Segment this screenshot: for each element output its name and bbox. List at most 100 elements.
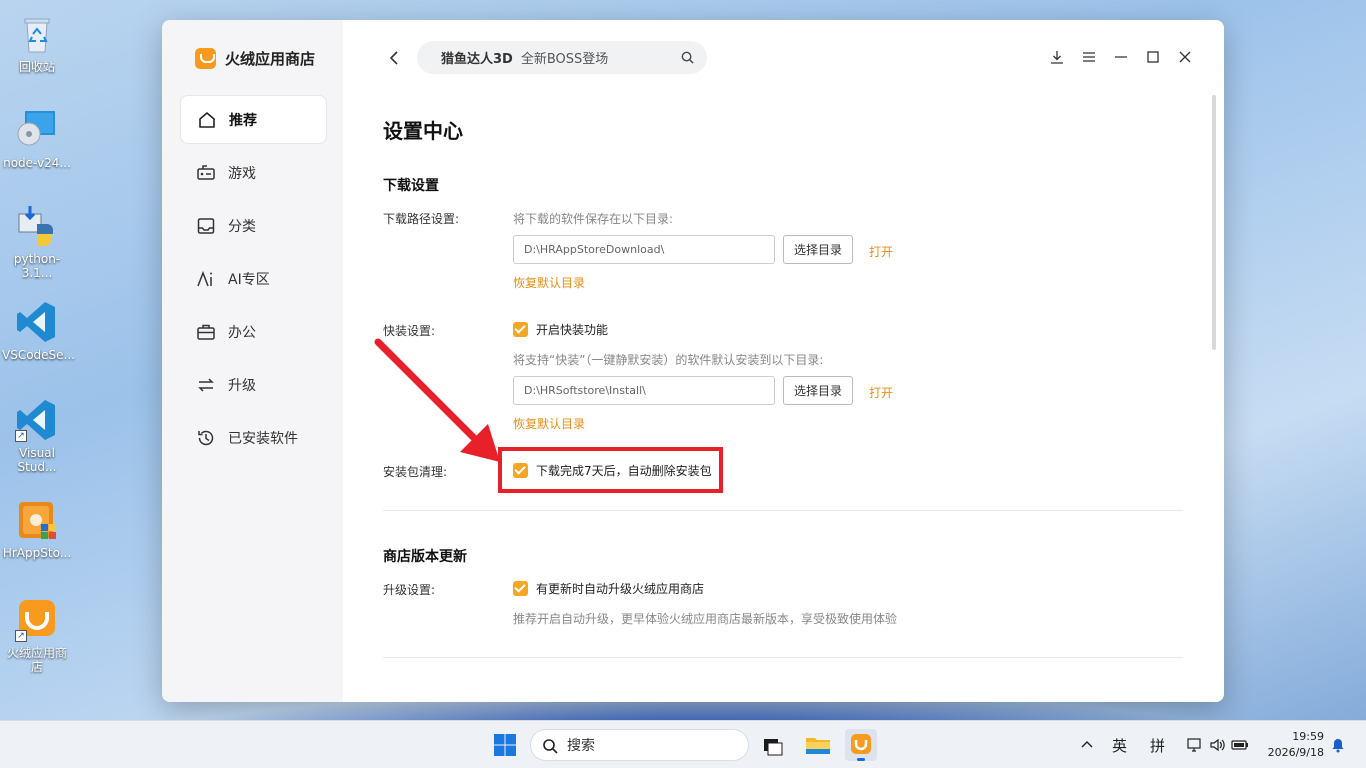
sidebar-item-ai[interactable]: AI专区 [180, 254, 327, 303]
download-icon [1051, 51, 1063, 64]
vscode-icon [15, 300, 59, 344]
chevron-up-icon [1081, 741, 1093, 748]
taskbar-clock[interactable]: 19:59 2026/9/18 [1268, 729, 1324, 761]
quick-install-option[interactable]: 开启快装功能 [513, 321, 608, 338]
taskbar-search-label: 搜索 [567, 738, 595, 754]
desktop-icon-label: node-v24... [3, 156, 71, 170]
download-path-hint: 将下载的软件保存在以下目录: [513, 212, 674, 226]
app-window: 火绒应用商店 推荐 游戏 分类 AI专区 办公 升级 已安装软件 猎鱼达人3D … [162, 20, 1224, 702]
clock-time: 19:59 [1292, 730, 1324, 743]
desktop-icon-python[interactable]: python-3.1... [0, 204, 74, 280]
chevron-left-icon [389, 51, 398, 65]
search-icon[interactable] [680, 50, 695, 65]
open-download-dir-link[interactable]: 打开 [869, 243, 893, 260]
sidebar-item-label: 推荐 [229, 112, 257, 129]
open-install-dir-link[interactable]: 打开 [869, 384, 893, 401]
upgrade-icon [198, 377, 214, 392]
ime-language-indicator[interactable]: 英 [1112, 721, 1127, 768]
download-path-field[interactable] [513, 235, 775, 264]
auto-upgrade-checkbox[interactable] [513, 581, 528, 596]
quick-install-hint: 将支持“快装”（一键静默安装）的软件默认安装到以下目录: [513, 353, 824, 367]
restore-download-dir-link[interactable]: 恢复默认目录 [513, 274, 585, 291]
ime-mode-indicator[interactable]: 拼 [1150, 721, 1165, 768]
sidebar-item-label: AI专区 [228, 271, 270, 288]
maximize-button[interactable] [1144, 48, 1162, 66]
taskbar-search[interactable]: 搜索 [530, 729, 749, 761]
system-status-icons[interactable] [1187, 721, 1249, 768]
sidebar-item-games[interactable]: 游戏 [180, 148, 327, 197]
desktop-icon-label: VSCodeSe... [2, 348, 75, 362]
upgrade-settings-label: 升级设置: [383, 583, 436, 597]
close-icon [1179, 51, 1191, 63]
quick-install-checkbox[interactable] [513, 322, 528, 337]
restore-install-dir-link[interactable]: 恢复默认目录 [513, 415, 585, 432]
taskbar-file-explorer[interactable] [802, 729, 834, 761]
page-title: 设置中心 [383, 119, 463, 143]
choose-download-dir-button[interactable]: 选择目录 [783, 235, 853, 264]
notification-button[interactable] [1330, 721, 1346, 768]
download-manager-button[interactable] [1048, 48, 1066, 66]
taskbar-huorong-store[interactable] [845, 729, 877, 761]
menu-button[interactable] [1080, 48, 1098, 66]
desktop-icon-label: 回收站 [18, 60, 55, 74]
desktop-icon-hrappstore-installer[interactable]: HrAppSto... [0, 498, 74, 560]
sidebar-item-recommend[interactable]: 推荐 [180, 95, 327, 144]
sidebar-item-label: 升级 [228, 377, 256, 394]
choose-install-dir-button[interactable]: 选择目录 [783, 376, 853, 405]
window-controls [1048, 48, 1194, 66]
sidebar: 火绒应用商店 推荐 游戏 分类 AI专区 办公 升级 已安装软件 [162, 20, 343, 702]
sidebar-item-label: 游戏 [228, 165, 256, 182]
desktop-icon-visual-studio-code[interactable]: ↗ Visual Stud... [0, 398, 74, 474]
sidebar-item-upgrade[interactable]: 升级 [180, 360, 327, 409]
huorong-store-icon [851, 734, 871, 754]
desktop-icon-huorong-store[interactable]: ↗ 火绒应用商店 [0, 598, 74, 674]
inbox-icon [197, 217, 215, 234]
close-button[interactable] [1176, 48, 1194, 66]
section-divider [383, 510, 1183, 511]
windows-start-icon[interactable] [493, 733, 517, 757]
shortcut-arrow-icon: ↗ [15, 630, 27, 642]
quick-install-option-label: 开启快装功能 [536, 323, 609, 337]
sidebar-item-installed[interactable]: 已安装软件 [180, 413, 327, 462]
taskbar: 搜索 英 拼 19:59 2026/9/18 [0, 720, 1366, 768]
quick-install-path-field[interactable] [513, 376, 775, 405]
recycle-bin-icon [15, 12, 59, 56]
desktop-icon-recycle-bin[interactable]: 回收站 [0, 12, 74, 74]
tray-overflow-button[interactable] [1080, 721, 1094, 768]
history-icon [198, 430, 214, 445]
minimize-icon [1115, 56, 1127, 58]
auto-upgrade-hint: 推荐开启自动升级，更早体验火绒应用商店最新版本，享受极致使用体验 [513, 612, 898, 626]
maximize-icon [1147, 51, 1159, 63]
desktop-icon-label: 火绒应用商店 [6, 646, 67, 674]
desktop-icon-vscode-setup[interactable]: VSCodeSe... [0, 300, 75, 362]
section-divider [383, 657, 1183, 658]
sidebar-item-office[interactable]: 办公 [180, 307, 327, 356]
taskbar-task-view[interactable] [758, 729, 790, 761]
hrappstore-installer-icon [15, 498, 59, 542]
sidebar-item-label: 分类 [228, 218, 256, 235]
search-bar[interactable]: 猎鱼达人3D 全新BOSS登场 [417, 41, 707, 74]
annotation-highlight-box [498, 447, 723, 493]
minimize-button[interactable] [1112, 48, 1130, 66]
python-installer-icon [15, 204, 59, 248]
section-title-update: 商店版本更新 [383, 549, 467, 565]
desktop-icon-label: Visual Stud... [17, 446, 57, 474]
huorong-store-icon: ↗ [15, 598, 59, 642]
desktop-icon-node[interactable]: node-v24... [0, 108, 74, 170]
active-app-indicator [857, 758, 865, 761]
sidebar-nav: 推荐 游戏 分类 AI专区 办公 升级 已安装软件 [180, 95, 327, 466]
bell-icon [1332, 739, 1344, 753]
sidebar-item-categories[interactable]: 分类 [180, 201, 327, 250]
back-button[interactable] [385, 48, 405, 68]
hamburger-menu-icon [1083, 52, 1095, 62]
vertical-scrollbar[interactable] [1212, 95, 1216, 350]
huorong-store-logo-icon [195, 48, 216, 69]
gamepad-icon [197, 164, 215, 180]
node-installer-icon [15, 108, 59, 152]
auto-upgrade-option[interactable]: 有更新时自动升级火绒应用商店 [513, 580, 704, 597]
auto-upgrade-option-label: 有更新时自动升级火绒应用商店 [536, 582, 705, 596]
vscode-icon: ↗ [15, 398, 59, 442]
battery-icon [1231, 740, 1248, 750]
annotation-arrow-icon [374, 338, 500, 462]
task-view-icon [764, 739, 783, 756]
